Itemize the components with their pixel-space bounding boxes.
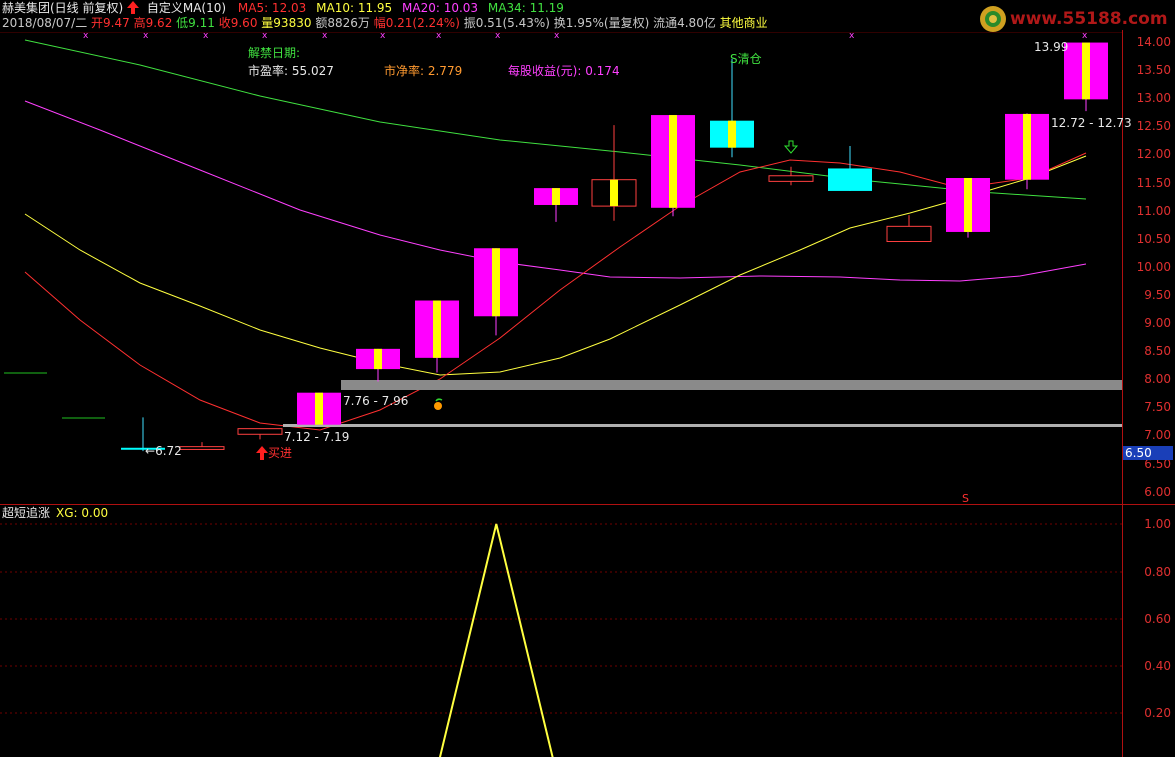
range-1272-label: 12.72 - 12.73: [1051, 116, 1132, 130]
buy-arrow-icon: [256, 446, 268, 460]
svg-text:x: x: [262, 31, 268, 41]
indicator-tick-label: 0.80: [1144, 565, 1171, 579]
orange-dot-icon: [434, 398, 443, 410]
svg-text:x: x: [380, 31, 386, 41]
candle-core: [492, 248, 500, 317]
candle-body: [768, 175, 814, 182]
indicator-value: XG: 0.00: [56, 506, 109, 520]
band-776: [341, 380, 1122, 390]
quote-low: 低9.11: [176, 16, 215, 30]
candle-body: [237, 428, 283, 435]
price-tick-label: 12.00: [1136, 147, 1171, 162]
quote-amplitude: 振0.51(5.43%): [463, 16, 550, 30]
price-tick-label: 13.50: [1136, 63, 1171, 78]
candle-core: [964, 178, 972, 232]
quote-close: 收9.60: [218, 16, 258, 30]
svg-text:x: x: [495, 31, 501, 41]
svg-text:x: x: [849, 31, 855, 41]
indicator-tick-label: 0.20: [1144, 706, 1171, 720]
s-marker: S: [962, 492, 969, 505]
ma20-value: MA20: 10.03: [402, 1, 479, 15]
quote-row: 2018/08/07/二 开9.47 高9.62 低9.11 收9.60 量93…: [2, 15, 768, 31]
price-tick-label: 10.00: [1136, 259, 1171, 274]
price-tick-label: 12.50: [1136, 119, 1171, 134]
current-price-tag: 6.50: [1123, 446, 1173, 460]
candle-core: [315, 392, 323, 425]
price-tick-label: 13.00: [1136, 91, 1171, 106]
quote-amount: 额8826万: [315, 16, 370, 30]
unlock-date-label: 解禁日期:: [248, 46, 301, 60]
quote-date: 2018/08/07/二: [2, 16, 88, 30]
range-712-label: 7.12 - 7.19: [284, 430, 350, 444]
quote-turnover: 换1.95%(量复权): [553, 16, 650, 30]
pe-ratio: 市盈率: 55.027: [248, 64, 334, 78]
low-value: 6.72: [155, 444, 182, 458]
price-tick-label: 10.50: [1136, 231, 1171, 246]
price-tick-label: 11.00: [1136, 203, 1171, 218]
logo-text: www.55188.com: [1010, 9, 1168, 29]
ma5-value: MA5: 12.03: [237, 1, 307, 15]
price-tick-label: 8.50: [1144, 344, 1171, 359]
candle-body: [179, 446, 225, 450]
svg-text:x: x: [83, 31, 89, 41]
site-logo[interactable]: www.55188.com: [978, 4, 1168, 34]
svg-text:x: x: [143, 31, 149, 41]
custom-ma-label[interactable]: 自定义MA(10): [147, 1, 226, 15]
candle-core: [1082, 42, 1090, 100]
price-tick-label: 8.00: [1144, 372, 1171, 387]
price-tick-label: 9.00: [1144, 316, 1171, 330]
range-776-label: 7.76 - 7.96: [343, 394, 409, 408]
quote-change: 幅0.21(2.24%): [373, 16, 460, 30]
price-tick-label: 9.50: [1144, 287, 1171, 302]
stock-name[interactable]: 赫美集团(日线 前复权): [2, 1, 123, 15]
candle-core: [1023, 113, 1031, 180]
candle-body: [828, 168, 872, 191]
quote-sector: 其他商业: [719, 16, 768, 30]
price-tick-label: 6.00: [1144, 484, 1171, 499]
svg-text:x: x: [436, 31, 442, 41]
price-tick-label: 7.50: [1144, 400, 1171, 415]
price-tick-label: 7.00: [1144, 428, 1171, 443]
chart-canvas: xxx xxx xxx xx: [0, 1, 1175, 757]
down-arrow-icon: [783, 140, 799, 154]
indicator-tick-label: 1.00: [1144, 517, 1171, 531]
svg-text:x: x: [322, 31, 328, 41]
candle-core: [610, 179, 618, 207]
ma34-value: MA34: 11.19: [487, 1, 564, 15]
price-tick-label: 11.50: [1136, 175, 1171, 190]
candle-body: [886, 225, 932, 243]
candle-core: [669, 115, 677, 208]
indicator-line: [438, 523, 554, 757]
indicator-tick-label: 0.60: [1144, 612, 1171, 626]
high-label: 13.99: [1034, 40, 1069, 54]
candle-core: [552, 188, 560, 205]
eps: 每股收益(元): 0.174: [508, 64, 620, 78]
quote-float-cap: 流通4.80亿: [653, 16, 716, 30]
quote-volume: 量93830: [261, 16, 312, 30]
pb-ratio: 市净率: 2.779: [384, 64, 463, 78]
candle-core: [728, 120, 736, 148]
ma10-value: MA10: 11.95: [316, 1, 393, 15]
candle-core: [433, 300, 441, 358]
svg-text:x: x: [203, 31, 209, 41]
header-row: 赫美集团(日线 前复权) 自定义MA(10) MA5: 12.03 MA10: …: [2, 0, 564, 16]
price-tick-label: 14.00: [1136, 35, 1171, 49]
svg-text:x: x: [554, 31, 560, 41]
indicator-tick-label: 0.40: [1144, 659, 1171, 673]
quote-high: 高9.62: [133, 16, 173, 30]
candle-core: [374, 348, 382, 370]
quote-open: 开9.47: [91, 16, 130, 30]
buy-in-label: 买进: [268, 446, 293, 460]
indicator-title[interactable]: 超短追涨: [2, 506, 50, 520]
sell-clear-label: S清仓: [730, 52, 762, 66]
low-label: ←6.72: [145, 444, 182, 458]
indicator-gridlines: [0, 523, 1122, 714]
